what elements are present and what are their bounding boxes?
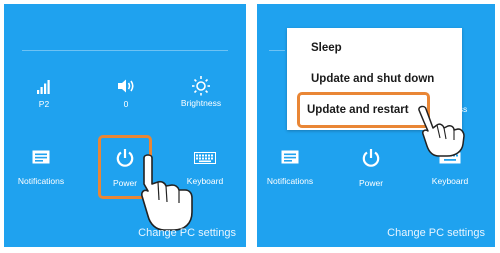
change-pc-settings-link[interactable]: Change PC settings bbox=[138, 227, 236, 239]
notifications-icon bbox=[281, 150, 299, 164]
notifications-label: Notifications bbox=[266, 176, 314, 186]
settings-panel-right: Sleep Update and shut down Update and re… bbox=[257, 4, 495, 247]
change-pc-settings-link[interactable]: Change PC settings bbox=[387, 227, 485, 239]
volume-label: 0 bbox=[123, 99, 129, 109]
menu-item-update-and-shut-down[interactable]: Update and shut down bbox=[287, 65, 462, 93]
speaker-icon bbox=[118, 79, 134, 93]
brightness-tile[interactable]: Brightness bbox=[166, 74, 236, 108]
brightness-label: Brightness bbox=[180, 98, 222, 108]
sun-icon bbox=[192, 76, 210, 96]
menu-item-sleep[interactable]: Sleep bbox=[287, 34, 462, 62]
power-label: Power bbox=[358, 178, 384, 188]
settings-panel-left: P2 0 Brightness Notifications Power Keyb… bbox=[4, 4, 246, 247]
keyboard-label: Keyboard bbox=[431, 176, 469, 186]
notifications-icon bbox=[32, 150, 50, 164]
network-tile[interactable]: P2 bbox=[24, 78, 64, 109]
power-tile[interactable]: Power bbox=[347, 148, 395, 188]
divider bbox=[269, 50, 285, 51]
pointing-hand-icon bbox=[418, 105, 465, 157]
notifications-label: Notifications bbox=[17, 176, 65, 186]
pointing-hand-icon bbox=[141, 154, 193, 231]
power-icon bbox=[362, 149, 380, 167]
notifications-tile[interactable]: Notifications bbox=[8, 150, 74, 186]
divider bbox=[22, 50, 228, 51]
power-icon bbox=[116, 149, 134, 167]
restart-highlight-box bbox=[297, 92, 430, 128]
signal-bars-icon bbox=[37, 80, 50, 94]
notifications-tile[interactable]: Notifications bbox=[257, 150, 323, 186]
volume-tile[interactable]: 0 bbox=[106, 78, 146, 109]
network-label: P2 bbox=[38, 99, 50, 109]
